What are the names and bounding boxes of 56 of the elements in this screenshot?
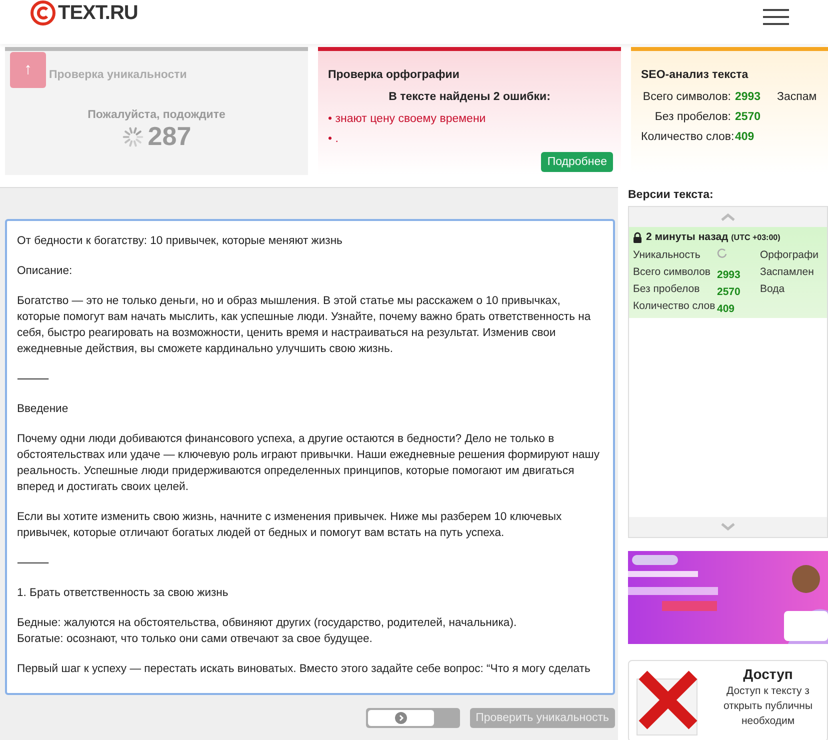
- version-label: Орфографи: [760, 248, 820, 260]
- versions-title: Версии текста:: [628, 189, 714, 201]
- paragraph: От бедности к богатству: 10 привычек, которые меняют жизнь: [17, 234, 344, 249]
- access-text: необходим: [740, 714, 796, 729]
- version-label: Заспамлен: [760, 266, 815, 278]
- loading-icon: [717, 248, 727, 258]
- stat-label: Всего символов:: [642, 91, 731, 103]
- paragraph: Описание:: [17, 264, 74, 279]
- version-label: Уникальность: [633, 248, 702, 260]
- paragraph: Богатство — это не только деньги, но и образ мышления. В этой статье мы расскажем о 10 привычках, которые помогут вам начать мыслить, как успешные люди. Узнайте, почему важно брать ответственность на себя, быстро реагировать на возможности, ценить время и настраиваться на результат. Изменив свои ежедневные действия, вы сможете кардинально улучшить свою жизнь.: [17, 294, 592, 357]
- logo-text[interactable]: TEXT.RU: [58, 2, 138, 24]
- chevron-down-icon: [721, 523, 735, 531]
- version-value: 2570: [717, 286, 742, 298]
- version-entry[interactable]: 2 минуты назад (UTC +03:00) Уникальность Орфографи Всего символов 2993 Заспамлен Без пробелов 2570 Вода Количество слов 409: [629, 227, 827, 318]
- stat-value: 2993: [735, 91, 762, 103]
- spinner-icon: [122, 126, 144, 148]
- version-label: Без пробелов: [633, 283, 701, 295]
- paragraph: Почему одни люди добиваются финансового успеха, а другие остаются в бедности? Дело не только в обстоятельствах или удаче — ключевую роль играют привычки. Наши ежедневные решения формируют нашу реальность. Успешные люди придерживаются определенных принципов, которые помогают им двигаться вперед и достигать своих целей.: [17, 432, 601, 495]
- paragraph: Бедные: жалуются на обстоятельства, обвиняют других (государство, родителей, начальника). Богатые: осознают, что только они сами отвечают за свое будущее.: [17, 616, 518, 647]
- copyright-logo-icon: [30, 0, 56, 26]
- access-text: открыть публичны: [722, 699, 814, 714]
- status-text: Пожалуйста, подождите: [86, 109, 226, 121]
- card-title: Проверка орфографии: [328, 69, 460, 81]
- version-time: 2 минуты назад (UTC +03:00): [646, 231, 780, 243]
- card-title: Проверка уникальности: [49, 69, 187, 81]
- toggle-switch[interactable]: [366, 708, 460, 728]
- text-editor[interactable]: [5, 219, 615, 695]
- card-title: SEO-анализ текста: [641, 69, 748, 81]
- summary-text: В тексте найдены 2 ошибки:: [388, 91, 552, 103]
- paragraph: ⸻: [17, 556, 50, 571]
- chevron-right-icon: [394, 712, 407, 724]
- version-label: Количество слов: [633, 300, 716, 312]
- stat-value: 2570: [735, 111, 762, 123]
- paragraph: Если вы хотите изменить свою жизнь, начните с изменения привычек. Ниже мы разберем 10 ключевых привычек, которые отличают богатых людей от бедных и помогут вам встать на путь успеха.: [17, 510, 563, 541]
- details-button[interactable]: Подробнее: [541, 152, 613, 172]
- error-item[interactable]: знают цену своему времени: [335, 113, 486, 125]
- stat-label: Заспам: [777, 91, 818, 103]
- paragraph: 1. Брать ответственность за свою жизнь: [17, 586, 230, 601]
- stat-label: Количество слов:: [641, 131, 731, 143]
- chevron-up-icon: [721, 213, 735, 221]
- access-title: Доступ: [742, 667, 794, 682]
- access-text: Доступ к тексту з: [725, 684, 810, 699]
- paragraph: Первый шаг к успеху — перестать искать виноватых. Вместо этого задайте себе вопрос: “Что я могу сделать: [17, 662, 592, 677]
- version-label: Всего символов: [633, 266, 712, 278]
- error-item[interactable]: .: [335, 133, 338, 145]
- paragraph: ⸻: [17, 372, 50, 387]
- stat-label: Без пробелов:: [654, 111, 731, 123]
- version-label: Вода: [760, 283, 786, 295]
- version-value: 2993: [717, 269, 742, 281]
- version-value: 409: [717, 303, 736, 315]
- paragraph: Введение: [17, 402, 70, 417]
- bullet: •: [328, 133, 332, 145]
- lock-icon: [633, 232, 642, 242]
- stat-value: 409: [735, 131, 756, 143]
- bullet: •: [328, 113, 332, 125]
- counter: 287: [148, 121, 192, 152]
